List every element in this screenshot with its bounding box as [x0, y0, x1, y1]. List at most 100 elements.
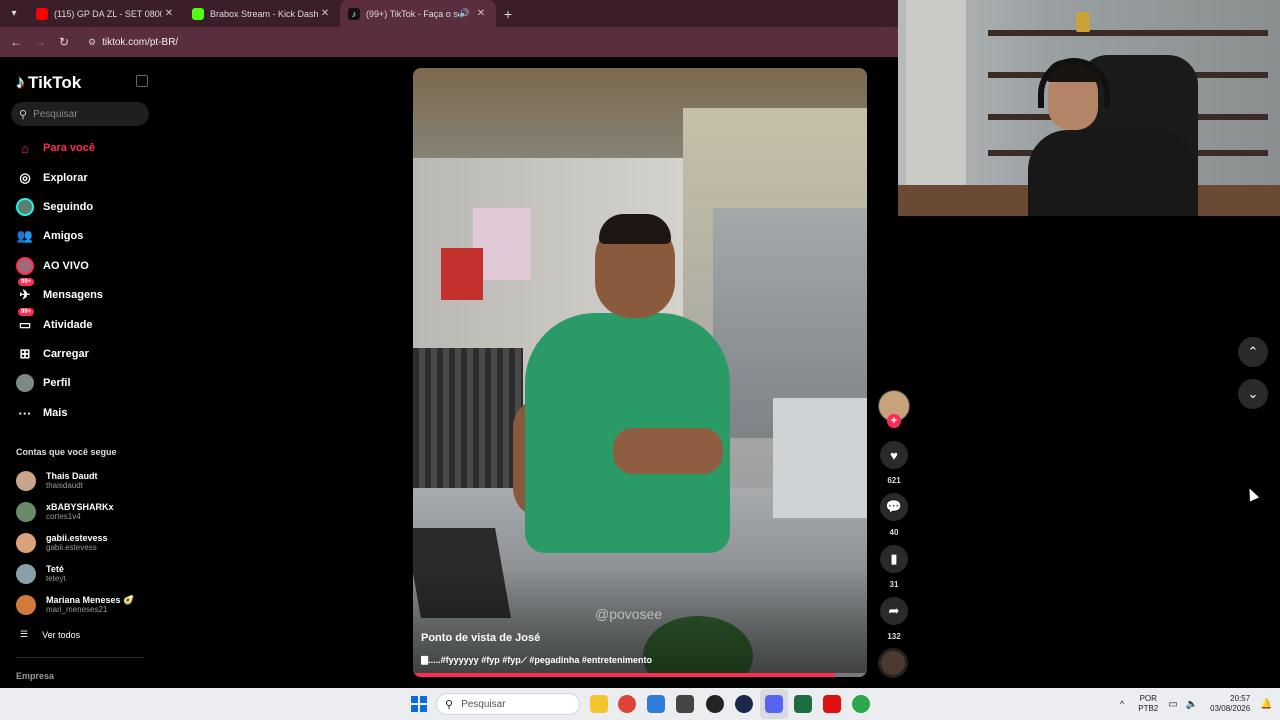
avatar: [16, 595, 36, 615]
sidebar-item-amigos[interactable]: 👥 Amigos: [16, 226, 83, 246]
sidebar-item-atividade[interactable]: ▭ 99+ Atividade: [16, 308, 93, 335]
site-info-icon[interactable]: ⚙: [88, 37, 96, 48]
sidebar-item-label: Mais: [43, 407, 68, 419]
sidebar-item-label: Amigos: [43, 230, 84, 242]
taskbar-search-input[interactable]: ⚲ Pesquisar: [436, 693, 580, 715]
new-tab-button[interactable]: +: [496, 6, 520, 22]
follow-plus-icon[interactable]: +: [887, 414, 901, 428]
url-text: tiktok.com/pt-BR/: [102, 36, 179, 48]
discord-icon[interactable]: [765, 695, 783, 713]
app-icon[interactable]: [676, 695, 694, 713]
app-icon[interactable]: [735, 695, 753, 713]
sidebar-item-label: Mensagens: [43, 289, 103, 301]
sidebar-item-seguindo[interactable]: Seguindo: [16, 197, 93, 217]
home-icon: ⌂: [21, 140, 29, 156]
tab-search-icon[interactable]: ▾: [0, 0, 28, 27]
file-explorer-icon[interactable]: [590, 695, 608, 713]
sidebar-item-carregar[interactable]: ⊞ Carregar: [16, 344, 89, 364]
sidebar-item-mais[interactable]: ··· Mais: [16, 403, 68, 423]
video-player[interactable]: @povosee Ponto de vista de José 🀫.....#f…: [413, 68, 867, 677]
followed-account[interactable]: gabii.estevess gabii.estevess: [16, 531, 108, 555]
logo-text: TikTok: [28, 72, 82, 92]
list-icon: ☰: [20, 629, 29, 639]
speaker-icon[interactable]: 🔊: [459, 8, 470, 19]
notification-bell-icon[interactable]: 🔔: [1260, 699, 1272, 710]
messages-icon: ✈ 99+: [16, 278, 35, 304]
like-button[interactable]: ♥: [880, 441, 908, 469]
comment-count: 40: [889, 528, 899, 537]
search-input[interactable]: ⚲ Pesquisar: [11, 102, 149, 126]
clock[interactable]: 20:57 03/08/2026: [1210, 694, 1250, 714]
video-watermark: @povosee: [595, 606, 663, 622]
tab-youtube[interactable]: (115) GP DA ZL - SET 0800 "NO ✕: [28, 0, 184, 27]
comment-icon: 💬: [885, 499, 903, 514]
mouse-cursor-icon: [1244, 486, 1260, 502]
avatar: [16, 471, 36, 491]
account-handle: teteyt: [46, 574, 66, 583]
system-tray: ^ POR PTB2 ▭ 🔈 20:57 03/08/2026 🔔: [1120, 688, 1273, 720]
followed-account[interactable]: Mariana Meneses 🥑 mari_meneses21: [16, 593, 134, 617]
sidebar-item-para-voce[interactable]: ⌂ Para você: [16, 138, 95, 158]
language-indicator[interactable]: POR PTB2: [1138, 694, 1158, 714]
excel-icon[interactable]: [794, 695, 812, 713]
next-video-button[interactable]: ⌄: [1238, 379, 1268, 409]
obs-icon[interactable]: [706, 695, 724, 713]
tab-tiktok[interactable]: ♪ (99+) TikTok - Faça o seu dia 🔊 ✕: [340, 0, 496, 27]
sidebar-item-explorar[interactable]: ◎ Explorar: [16, 168, 87, 188]
sidebar-item-label: Perfil: [43, 377, 71, 389]
compass-icon: ◎: [19, 170, 31, 185]
tiktok-note-icon: ♪: [16, 72, 25, 92]
friends-icon: 👥: [16, 228, 34, 243]
comment-button[interactable]: 💬: [880, 493, 908, 521]
profile-avatar-icon: [16, 374, 34, 392]
followed-account[interactable]: xBABYSHARKx cortes1v4: [16, 500, 114, 524]
sidebar-item-perfil[interactable]: Perfil: [16, 373, 71, 393]
chevron-up-icon: ⌃: [1247, 344, 1259, 359]
footer-company-link[interactable]: Empresa: [16, 671, 54, 681]
app-icon[interactable]: [647, 695, 665, 713]
previous-video-button[interactable]: ⌃: [1238, 337, 1268, 367]
back-arrow-icon[interactable]: ←: [4, 35, 28, 49]
save-button[interactable]: ▮: [880, 545, 908, 573]
video-caption-hashtags[interactable]: 🀫.....#fyyyyyy #fyp #fyp⟋ #pegadinha #en…: [421, 655, 652, 666]
close-icon[interactable]: ✕: [318, 8, 332, 19]
clock-date: 03/08/2026: [1210, 704, 1251, 713]
account-name: xBABYSHARKx: [46, 502, 114, 512]
tab-title: Brabox Stream - Kick Dashboa: [210, 8, 318, 19]
share-arrow-icon: ➦: [888, 603, 900, 618]
app-icon[interactable]: [823, 695, 841, 713]
sidebar-item-mensagens[interactable]: ✈ 99+ Mensagens: [16, 278, 103, 305]
reload-icon[interactable]: ↻: [52, 35, 76, 49]
tiktok-icon: ♪: [348, 7, 360, 20]
chrome-icon[interactable]: [618, 695, 636, 713]
windows-taskbar: ⚲ Pesquisar ^ POR PTB2 ▭ 🔈 20:57 03/08/2…: [0, 688, 1280, 720]
video-caption-title[interactable]: Ponto de vista de José: [421, 632, 540, 644]
sidebar-item-label: Atividade: [43, 319, 93, 331]
sidebar-item-ao-vivo[interactable]: AO VIVO: [16, 256, 89, 276]
see-all-link[interactable]: ☰ Ver todos: [20, 629, 80, 640]
windows-start-icon[interactable]: [411, 696, 427, 712]
webcam-overlay: [898, 0, 1280, 216]
network-icon[interactable]: ▭: [1168, 699, 1177, 710]
forward-arrow-icon[interactable]: →: [28, 35, 52, 49]
music-disc-icon[interactable]: [878, 648, 908, 678]
followed-account[interactable]: Thais Daudt thaisdaudt: [16, 469, 98, 493]
video-scene-box: [441, 248, 483, 300]
close-icon[interactable]: ✕: [162, 8, 176, 19]
close-icon[interactable]: ✕: [474, 8, 488, 19]
clock-time: 20:57: [1230, 694, 1251, 703]
volume-icon[interactable]: 🔈: [1186, 699, 1198, 710]
sidebar: ♪ TikTok ⚲ Pesquisar ⌂ Para você ◎ Explo…: [0, 57, 160, 688]
collapse-sidebar-icon[interactable]: [136, 75, 148, 87]
tab-kick[interactable]: Brabox Stream - Kick Dashboa ✕: [184, 0, 340, 27]
chevron-up-icon[interactable]: ^: [1120, 699, 1124, 709]
tiktok-logo[interactable]: ♪ TikTok: [16, 72, 81, 93]
share-button[interactable]: ➦: [880, 597, 908, 625]
sidebar-item-label: Carregar: [43, 348, 89, 360]
followed-account[interactable]: Teté teteyt: [16, 562, 66, 586]
chrome-profile-icon[interactable]: [852, 695, 870, 713]
url-field[interactable]: ⚙ tiktok.com/pt-BR/: [82, 31, 890, 53]
heart-icon: ♥: [890, 447, 898, 463]
account-handle: thaisdaudt: [46, 481, 83, 490]
video-progress-bar[interactable]: [413, 673, 867, 677]
